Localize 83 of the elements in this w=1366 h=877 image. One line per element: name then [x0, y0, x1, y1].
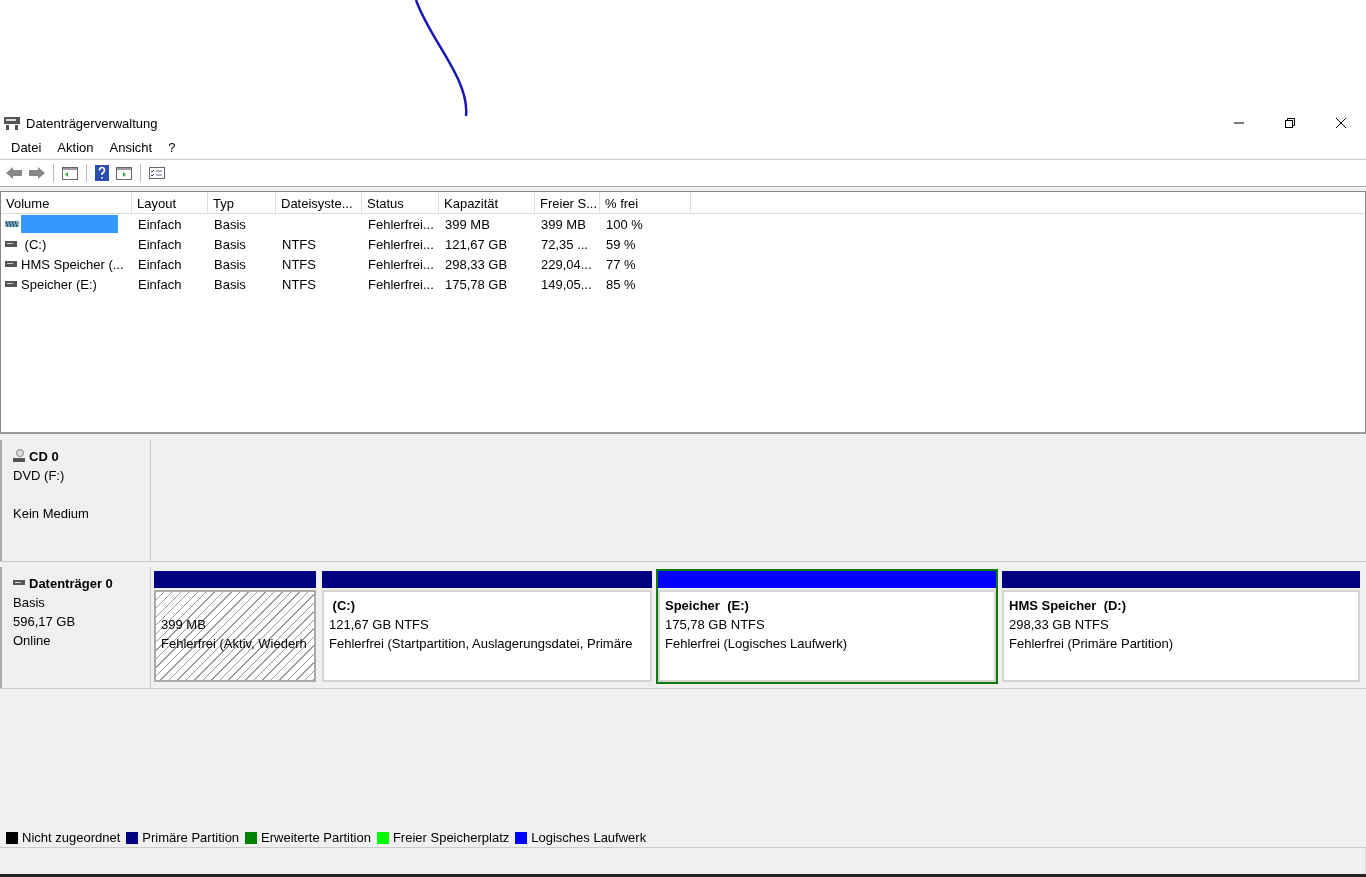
table-cell: Einfach — [138, 216, 182, 232]
panel-icon[interactable] — [61, 165, 79, 181]
table-cell-text: (C:) — [23, 236, 47, 252]
table-cell: 175,78 GB — [445, 276, 508, 292]
table-cell: 399 MB — [541, 216, 586, 232]
partition-title: HMS Speicher (D:) — [1009, 597, 1127, 615]
table-cell: Basis — [214, 236, 246, 252]
disk-name: Datenträger 0 — [29, 575, 113, 591]
table-cell: Fehlerfrei... — [368, 276, 434, 292]
table-cell: Basis — [214, 276, 246, 292]
table-cell: 59 % — [606, 236, 636, 252]
column-header[interactable]: Typ — [208, 192, 276, 213]
partition-info: Fehlerfrei (Logisches Laufwerk) — [665, 635, 849, 653]
column-header[interactable]: Volume — [1, 192, 132, 213]
menu-item[interactable]: Datei — [3, 140, 50, 155]
column-header[interactable]: Layout — [132, 192, 208, 213]
back-arrow-icon[interactable] — [5, 165, 23, 181]
table-cell: 399 MB — [445, 216, 490, 232]
legend-label: Freier Speicherplatz — [392, 830, 510, 845]
forward-arrow-icon[interactable] — [28, 165, 46, 181]
disk-info: Basis — [13, 594, 46, 612]
table-cell: Speicher (E:) — [21, 276, 97, 292]
partition-info: 175,78 GB NTFS — [665, 616, 766, 634]
disk-label-panel[interactable]: Datenträger 0 Basis 596,17 GB Online — [0, 567, 151, 688]
legend-label: Erweiterte Partition — [261, 830, 371, 845]
drive-icon — [5, 240, 19, 248]
table-cell: Basis — [214, 216, 246, 232]
close-icon — [1334, 117, 1347, 129]
disk-info: DVD (F:) — [13, 467, 66, 485]
table-cell: 77 % — [606, 256, 636, 272]
disk-info: Kein Medium — [13, 505, 90, 523]
menu-item[interactable]: ? — [160, 140, 184, 155]
table-cell: Einfach — [138, 276, 182, 292]
menu-item[interactable]: Ansicht — [101, 140, 161, 155]
legend-label: Nicht zugeordnet — [22, 830, 121, 845]
menu-item[interactable]: Aktion — [49, 140, 102, 155]
partition-block[interactable]: Speicher (E:) 175,78 GB NTFS Fehlerfrei (Logisches Laufwerk) — [656, 569, 998, 684]
column-header[interactable]: Status — [362, 192, 439, 213]
column-header[interactable]: % frei — [600, 192, 691, 213]
table-cell: NTFS — [282, 256, 316, 272]
table-cell: 72,35 ... — [541, 236, 588, 252]
disk-label-panel[interactable]: CD 0 DVD (F:) Kein Medium — [0, 440, 151, 561]
partition-info: 298,33 GB NTFS — [1009, 616, 1110, 634]
column-header[interactable]: Kapazität — [439, 192, 535, 213]
legend-label: Logisches Laufwerk — [531, 830, 647, 845]
column-header[interactable]: Freier S... — [535, 192, 600, 213]
partition-info: Fehlerfrei (Startpartition, Auslagerungsdatei, Primäre — [329, 635, 634, 653]
disk-info: Online — [13, 632, 52, 650]
table-cell: 229,04... — [541, 256, 592, 272]
table-cell: HMS Speicher (... — [21, 256, 124, 272]
disk-management-icon — [3, 115, 21, 131]
window-title: Datenträgerverwaltung — [26, 115, 158, 131]
striped-volume-icon — [5, 220, 19, 228]
drive-icon — [5, 280, 19, 288]
table-cell: NTFS — [282, 236, 316, 252]
drive-icon — [5, 260, 19, 268]
partition-info: Fehlerfrei (Primäre Partition) — [1009, 635, 1174, 653]
table-cell: NTFS — [282, 276, 316, 292]
partition-info: 399 MB — [161, 616, 207, 634]
legend-label: Primäre Partition — [142, 830, 240, 845]
table-cell: Fehlerfrei... — [368, 256, 434, 272]
restore-icon — [1283, 117, 1296, 129]
optical-drive-icon — [12, 449, 26, 463]
disk-info: 596,17 GB — [13, 613, 77, 631]
partition-title: Speicher (E:) — [665, 597, 750, 615]
table-cell: Basis — [214, 256, 246, 272]
column-header[interactable]: Dateisyste... — [276, 192, 362, 213]
table-cell: 121,67 GB — [445, 236, 508, 252]
table-cell: 85 % — [606, 276, 636, 292]
table-cell: Einfach — [138, 236, 182, 252]
table-cell: 149,05... — [541, 276, 592, 292]
table-cell: 298,33 GB — [445, 256, 508, 272]
help-icon[interactable] — [94, 164, 110, 182]
disk-name: CD 0 — [29, 448, 59, 464]
properties-icon[interactable] — [148, 165, 166, 181]
partition-title: (C:) — [331, 597, 356, 615]
table-cell: Fehlerfrei... — [368, 216, 434, 232]
panel-icon[interactable] — [115, 165, 133, 181]
table-cell: Fehlerfrei... — [368, 236, 434, 252]
table-cell: Einfach — [138, 256, 182, 272]
table-cell: 100 % — [606, 216, 643, 232]
partition-info: Fehlerfrei (Aktiv, Wiederh — [161, 635, 308, 653]
partition-info: 121,67 GB NTFS — [329, 616, 430, 634]
